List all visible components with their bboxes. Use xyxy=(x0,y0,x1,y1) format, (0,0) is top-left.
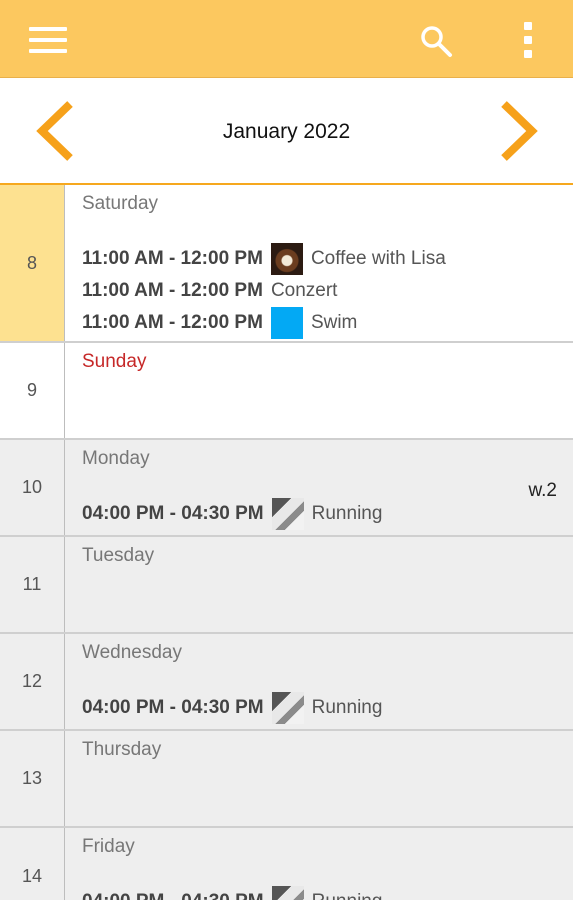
event-item[interactable]: 04:00 PM - 04:30 PM Running xyxy=(82,886,382,900)
day-number: 13 xyxy=(0,731,65,826)
event-title: Running xyxy=(311,503,383,524)
day-name: Thursday xyxy=(82,739,162,760)
coffee-icon xyxy=(270,243,303,275)
running-icon xyxy=(271,498,304,530)
event-item[interactable]: 11:00 AM - 12:00 PM Conzert xyxy=(82,275,337,307)
day-name: Saturday xyxy=(82,193,159,214)
month-title: January 2022 xyxy=(222,120,351,143)
day-row-wednesday[interactable]: 12 Wednesday 04:00 PM - 04:30 PM Running xyxy=(0,634,573,731)
week-number: w.2 xyxy=(528,480,557,501)
event-title: Conzert xyxy=(270,280,338,301)
day-row-thursday[interactable]: 13 Thursday xyxy=(0,731,573,828)
event-title: Swim xyxy=(310,312,358,333)
day-row-tuesday[interactable]: 11 Tuesday xyxy=(0,537,573,634)
event-time: 04:00 PM - 04:30 PM xyxy=(82,697,264,718)
running-icon xyxy=(271,692,304,724)
day-name: Tuesday xyxy=(82,545,155,566)
running-icon xyxy=(271,886,304,900)
day-name: Friday xyxy=(82,836,135,857)
event-title: Running xyxy=(312,891,383,900)
day-number: 8 xyxy=(0,185,65,341)
event-item[interactable]: 11:00 AM - 12:00 PM Swim xyxy=(82,307,357,339)
day-number: 9 xyxy=(0,343,65,438)
day-number: 12 xyxy=(0,634,65,729)
event-title: Coffee with Lisa xyxy=(310,248,446,269)
month-navigation: January 2022 xyxy=(0,78,573,185)
day-list: 8 Saturday 11:00 AM - 12:00 PM Coffee wi… xyxy=(0,185,573,900)
day-name: Wednesday xyxy=(82,642,182,663)
more-vertical-icon[interactable] xyxy=(518,22,538,58)
search-icon[interactable] xyxy=(419,24,453,58)
event-item[interactable]: 04:00 PM - 04:30 PM Running xyxy=(82,692,382,724)
day-name: Monday xyxy=(82,448,150,469)
event-item[interactable]: 04:00 PM - 04:30 PM Running xyxy=(82,498,382,530)
event-time: 11:00 AM - 12:00 PM xyxy=(82,312,263,333)
day-row-monday[interactable]: 10 Monday w.2 04:00 PM - 04:30 PM Runnin… xyxy=(0,440,573,537)
day-number: 10 xyxy=(0,440,65,535)
day-number: 11 xyxy=(0,537,65,632)
day-name: Sunday xyxy=(82,351,147,372)
day-row-saturday[interactable]: 8 Saturday 11:00 AM - 12:00 PM Coffee wi… xyxy=(0,185,573,343)
day-row-friday[interactable]: 14 Friday 04:00 PM - 04:30 PM Running xyxy=(0,828,573,900)
event-item[interactable]: 11:00 AM - 12:00 PM Coffee with Lisa xyxy=(82,243,446,275)
day-row-sunday[interactable]: 9 Sunday xyxy=(0,343,573,440)
app-toolbar xyxy=(0,0,573,78)
event-time: 11:00 AM - 12:00 PM xyxy=(82,248,263,269)
event-time: 11:00 AM - 12:00 PM xyxy=(82,280,263,301)
day-number: 14 xyxy=(0,828,65,900)
swim-icon xyxy=(270,307,303,339)
event-time: 04:00 PM - 04:30 PM xyxy=(82,503,264,524)
chevron-right-icon[interactable] xyxy=(496,100,540,162)
event-title: Running xyxy=(311,697,383,718)
event-time: 04:00 PM - 04:30 PM xyxy=(82,891,264,900)
hamburger-menu-icon[interactable] xyxy=(29,27,67,53)
